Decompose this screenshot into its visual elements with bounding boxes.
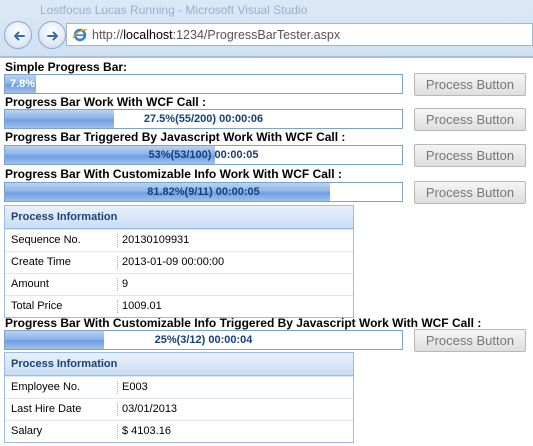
back-button[interactable]: [4, 21, 32, 49]
progress-text: 27.5%(55/200) 00:00:06: [143, 113, 264, 125]
info-row: Amount 9: [5, 273, 353, 295]
progress-bar-custom-js-wcf: 25%(3/12) 00:00:04: [4, 330, 403, 350]
url-host: localhost: [123, 28, 173, 42]
info-row: Sequence No. 20130109931: [5, 229, 353, 251]
url-scheme: http://: [92, 28, 124, 42]
forward-button[interactable]: [38, 21, 66, 49]
info-value: 9: [117, 278, 128, 291]
info-value: E003: [117, 381, 148, 394]
forward-arrow-icon: [47, 31, 58, 41]
process-button-js-wcf[interactable]: Process Button: [414, 144, 526, 167]
info-row: Employee No. E003: [5, 376, 353, 398]
process-info-panel: Process Information Sequence No. 2013010…: [4, 205, 354, 318]
process-button-custom-wcf[interactable]: Process Button: [414, 181, 526, 204]
progress-text: 25%(3/12) 00:00:04: [154, 334, 253, 346]
process-button-wcf[interactable]: Process Button: [414, 108, 526, 131]
info-value: 03/01/2013: [117, 403, 177, 416]
info-row: Create Time 2013-01-09 00:00:00: [5, 251, 353, 273]
info-row: Total Price 1009.01: [5, 295, 353, 317]
chrome-divider: [0, 56, 533, 58]
info-value: 20130109931: [117, 234, 189, 247]
progress-text: 53%(53/100) 00:00:05: [148, 149, 259, 161]
process-button-simple[interactable]: Process Button: [414, 73, 526, 96]
address-bar[interactable]: http://localhost:1234/ProgressBarTester.…: [66, 23, 533, 46]
panel-header: Process Information: [5, 353, 353, 376]
progress-text: 81.82%(9/11) 00:00:05: [147, 186, 260, 198]
info-label: Amount: [11, 278, 49, 290]
process-info-panel-employee: Process Information Employee No. E003 La…: [4, 352, 354, 443]
info-value: 2013-01-09 00:00:00: [117, 256, 224, 269]
back-arrow-icon: [14, 31, 25, 41]
info-label: Last Hire Date: [11, 403, 82, 415]
info-label: Total Price: [11, 300, 63, 312]
progress-text: 7.8%: [10, 78, 36, 90]
info-value: $ 4103.16: [117, 425, 171, 438]
section-title-js-wcf: Progress Bar Triggered By Javascript Wor…: [5, 130, 346, 144]
info-row: Salary $ 4103.16: [5, 420, 353, 442]
window-titlebar: Lostfocus Lucas Running - Microsoft Visu…: [0, 0, 533, 20]
address-url: http://localhost:1234/ProgressBarTester.…: [92, 28, 340, 42]
progress-bar-js-wcf: 53%(53/100) 00:00:05: [4, 145, 403, 165]
info-value: 1009.01: [117, 300, 162, 313]
section-title-custom-js-wcf: Progress Bar With Customizable Info Trig…: [5, 316, 482, 330]
progress-bar-wcf: 27.5%(55/200) 00:00:06: [4, 109, 403, 129]
info-label: Salary: [11, 425, 43, 437]
process-button-custom-js-wcf[interactable]: Process Button: [414, 329, 526, 352]
url-path: :1234/ProgressBarTester.aspx: [172, 28, 341, 42]
info-label: Create Time: [11, 256, 71, 268]
info-label: Sequence No.: [11, 234, 81, 246]
ie-logo-icon: [72, 28, 88, 42]
progress-bar-custom-wcf: 81.82%(9/11) 00:00:05: [4, 182, 403, 202]
window-title: Lostfocus Lucas Running - Microsoft Visu…: [40, 3, 308, 17]
browser-chrome: Lostfocus Lucas Running - Microsoft Visu…: [0, 0, 533, 58]
section-title-simple: Simple Progress Bar:: [5, 60, 128, 74]
info-row: Last Hire Date 03/01/2013: [5, 398, 353, 420]
section-title-custom-wcf: Progress Bar With Customizable Info Work…: [5, 167, 342, 181]
panel-header: Process Information: [5, 206, 353, 229]
info-label: Employee No.: [11, 381, 81, 393]
progress-bar-simple: 7.8%: [4, 74, 403, 94]
section-title-wcf: Progress Bar Work With WCF Call :: [5, 95, 207, 109]
